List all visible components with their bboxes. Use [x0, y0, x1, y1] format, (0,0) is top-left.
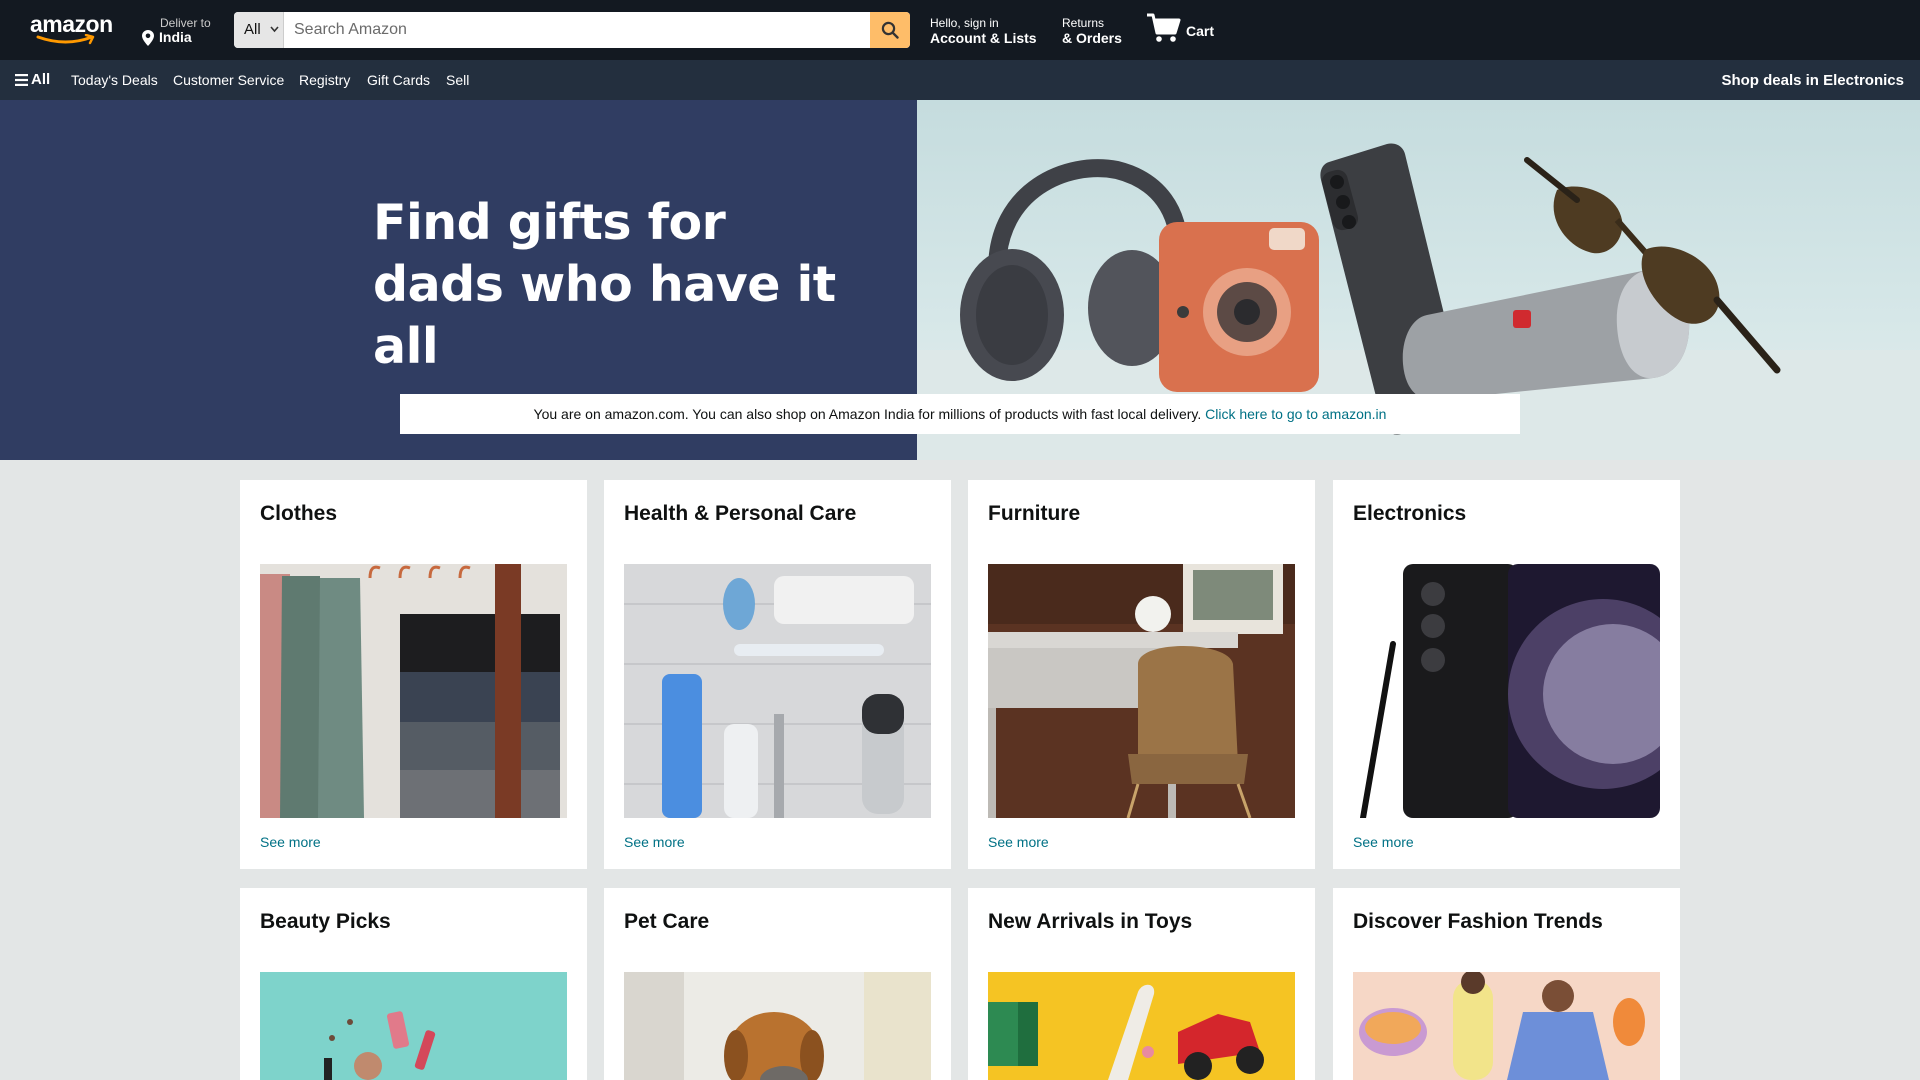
all-menu-button[interactable]: All: [15, 71, 50, 88]
card-title: Pet Care: [624, 910, 710, 933]
fashion-trends-image: [1353, 972, 1660, 1080]
category-card-health[interactable]: Health & Personal Care See more: [604, 480, 951, 869]
category-card-clothes[interactable]: Clothes See more: [240, 480, 587, 869]
chevron-down-icon: [270, 26, 279, 33]
nav-registry[interactable]: Registry: [299, 72, 350, 88]
secondary-navbar: All Today's Deals Customer Service Regis…: [0, 60, 1920, 100]
hero-banner[interactable]: Find gifts for dads who have it all You …: [0, 100, 1920, 460]
category-card-pet-care[interactable]: Pet Care: [604, 888, 951, 1080]
hero-title: Find gifts for dads who have it all: [373, 192, 913, 378]
search-icon: [881, 21, 899, 39]
instant-camera-image: [1159, 222, 1319, 392]
logo-text: amazon: [30, 11, 113, 37]
orders-label: & Orders: [1062, 30, 1122, 46]
cart-icon: [1147, 13, 1181, 42]
deliver-to-label: Deliver to: [160, 16, 211, 30]
pet-care-image: [624, 972, 931, 1080]
account-greeting: Hello, sign in: [930, 16, 999, 30]
hamburger-menu-icon: [15, 74, 28, 86]
locale-notice-text: You are on amazon.com. You can also shop…: [533, 406, 1202, 422]
smile-logo-icon: [36, 34, 95, 45]
shop-deals-electronics-link[interactable]: Shop deals in Electronics: [1721, 72, 1904, 89]
returns-and-orders[interactable]: Returns & Orders: [1062, 16, 1122, 46]
hero-title-line2: dads who have it all: [373, 256, 836, 375]
locale-notice-banner: You are on amazon.com. You can also shop…: [400, 394, 1520, 434]
card-title: Furniture: [988, 502, 1081, 525]
category-card-toys[interactable]: New Arrivals in Toys: [968, 888, 1315, 1080]
electronics-image: [1353, 564, 1660, 818]
category-card-fashion[interactable]: Discover Fashion Trends: [1333, 888, 1680, 1080]
nav-customer-service[interactable]: Customer Service: [173, 72, 284, 88]
card-title: Discover Fashion Trends: [1353, 910, 1603, 933]
returns-label: Returns: [1062, 16, 1105, 30]
category-card-beauty[interactable]: Beauty Picks: [240, 888, 587, 1080]
category-card-furniture[interactable]: Furniture See more: [968, 480, 1315, 869]
beauty-picks-image: [260, 972, 567, 1080]
card-title: Beauty Picks: [260, 910, 391, 933]
deliver-to-location[interactable]: Deliver to India: [140, 14, 220, 48]
cart-button[interactable]: Cart: [1146, 12, 1216, 48]
account-lists-label: Account & Lists: [930, 30, 1037, 46]
clothes-image: [260, 564, 567, 818]
see-more-link[interactable]: See more: [1353, 834, 1414, 850]
see-more-link[interactable]: See more: [260, 834, 321, 850]
health-personal-care-image: [624, 564, 931, 818]
nav-todays-deals[interactable]: Today's Deals: [71, 72, 158, 88]
location-pin-icon: [142, 30, 154, 46]
card-title: Clothes: [260, 502, 338, 525]
cart-label: Cart: [1186, 23, 1215, 39]
headphones-image: [960, 159, 1189, 381]
nav-sell[interactable]: Sell: [446, 72, 469, 88]
new-arrivals-toys-image: [988, 972, 1295, 1080]
account-and-lists[interactable]: Hello, sign in Account & Lists: [930, 16, 1037, 46]
search-input[interactable]: [284, 12, 864, 48]
card-title: New Arrivals in Toys: [988, 910, 1193, 933]
search-button[interactable]: [870, 12, 910, 48]
deliver-to-country: India: [159, 29, 192, 45]
see-more-link[interactable]: See more: [624, 834, 685, 850]
see-more-link[interactable]: See more: [988, 834, 1049, 850]
search-category-label: All: [244, 21, 261, 38]
go-to-amazon-in-link[interactable]: Click here to go to amazon.in: [1205, 406, 1386, 422]
furniture-image: [988, 564, 1295, 818]
search-bar: All: [234, 12, 910, 48]
search-category-select[interactable]: All: [234, 12, 284, 48]
nav-gift-cards[interactable]: Gift Cards: [367, 72, 430, 88]
all-menu-label: All: [31, 71, 51, 88]
hero-title-line1: Find gifts for: [373, 194, 726, 251]
top-navbar: amazon Deliver to India All Hello: [0, 0, 1920, 60]
amazon-logo[interactable]: amazon: [30, 11, 113, 48]
card-title: Electronics: [1353, 502, 1467, 525]
category-card-electronics[interactable]: Electronics See more: [1333, 480, 1680, 869]
card-title: Health & Personal Care: [624, 502, 857, 525]
